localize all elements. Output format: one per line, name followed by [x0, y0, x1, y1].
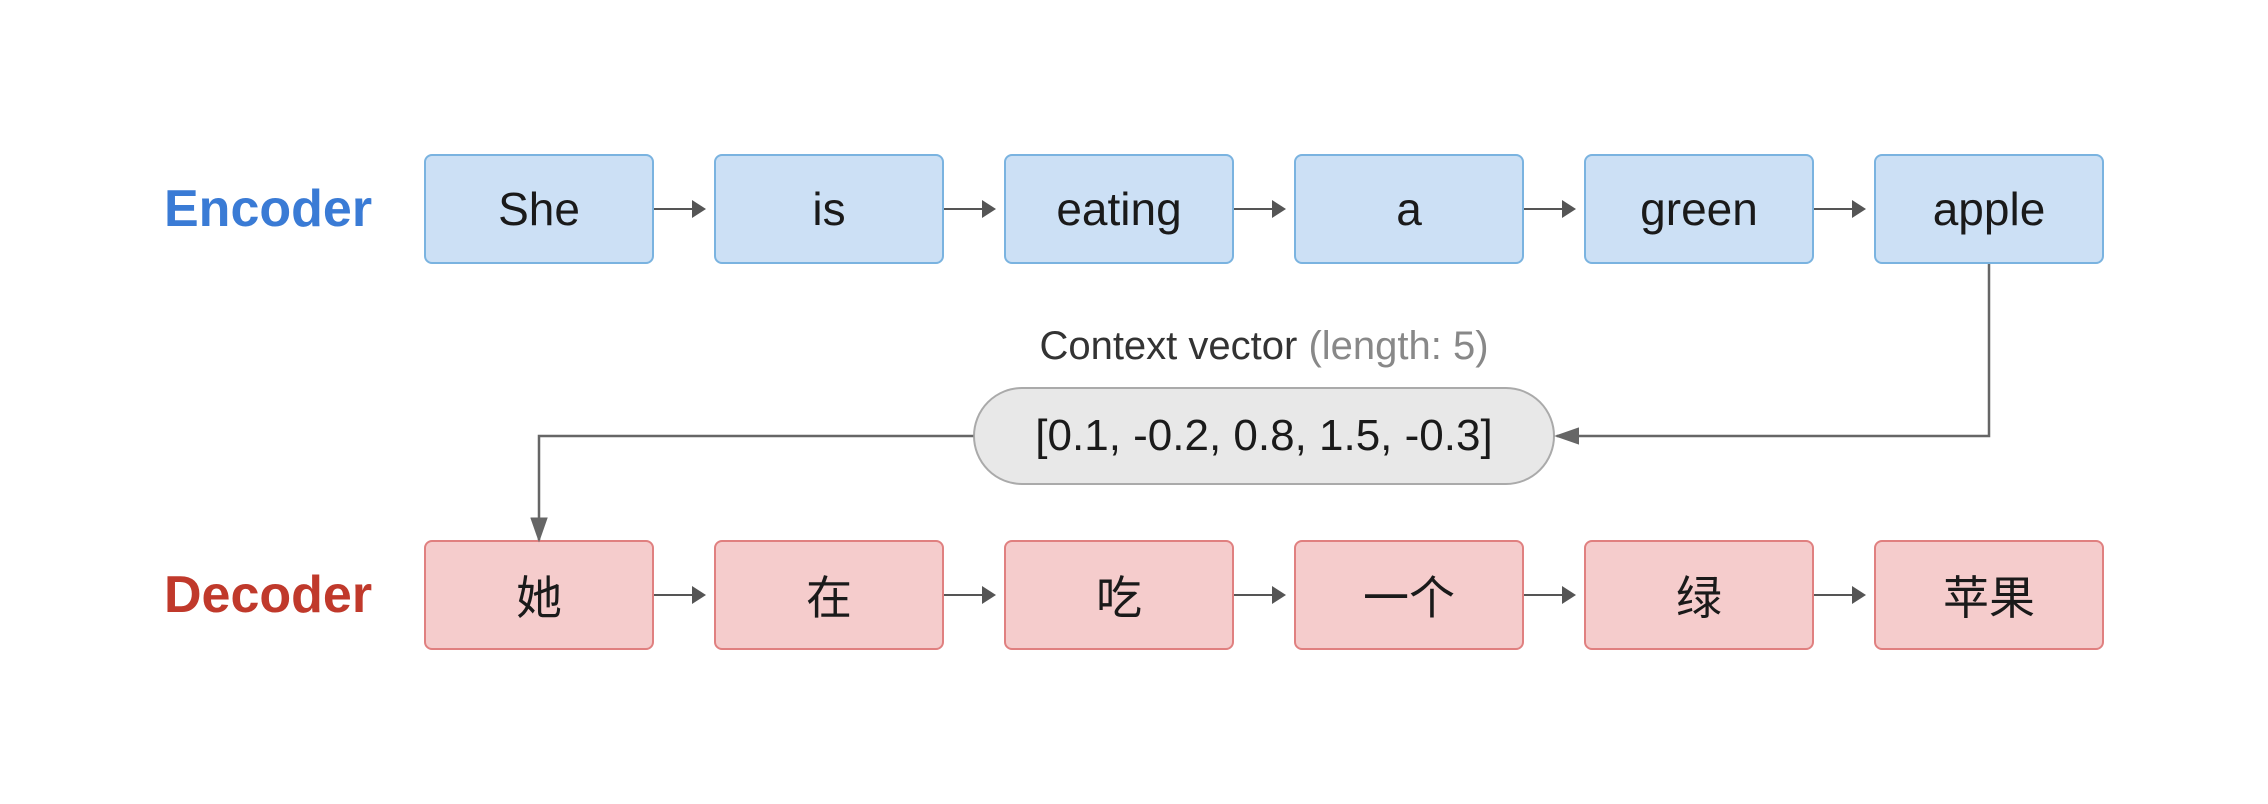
encoder-arrow-2: [944, 208, 1004, 211]
decoder-box-ta: 她: [424, 540, 654, 650]
diagram-container: Encoder She is eating a: [84, 124, 2184, 680]
encoder-boxes: She is eating a: [424, 154, 2104, 264]
decoder-label: Decoder: [164, 565, 424, 625]
decoder-box-lv: 绿: [1584, 540, 1814, 650]
decoder-arrow-2: [944, 594, 1004, 597]
encoder-box-she: She: [424, 154, 654, 264]
encoder-arrow-1: [654, 208, 714, 211]
encoder-box-is: is: [714, 154, 944, 264]
decoder-arrow-4: [1524, 594, 1584, 597]
context-vector-label: Context vector (length: 5): [1039, 324, 1488, 369]
decoder-box-yige: 一个: [1294, 540, 1524, 650]
context-vector-pill: [0.1, -0.2, 0.8, 1.5, -0.3]: [973, 387, 1554, 485]
decoder-arrow-1: [654, 594, 714, 597]
encoder-box-a: a: [1294, 154, 1524, 264]
decoder-box-zai: 在: [714, 540, 944, 650]
decoder-boxes: 她 在 吃 一个 绿: [424, 540, 2104, 650]
decoder-row: Decoder 她 在 吃 一个: [164, 540, 2104, 650]
encoder-box-apple: apple: [1874, 154, 2104, 264]
decoder-arrow-3: [1234, 594, 1294, 597]
decoder-arrow-5: [1814, 594, 1874, 597]
decoder-box-chi: 吃: [1004, 540, 1234, 650]
encoder-box-green: green: [1584, 154, 1814, 264]
decoder-box-pingguo: 苹果: [1874, 540, 2104, 650]
encoder-arrow-5: [1814, 208, 1874, 211]
context-vector-wrapper: [0.1, -0.2, 0.8, 1.5, -0.3]: [424, 387, 2104, 485]
encoder-row: Encoder She is eating a: [164, 154, 2104, 264]
encoder-label: Encoder: [164, 179, 424, 239]
encoder-arrow-4: [1524, 208, 1584, 211]
encoder-box-eating: eating: [1004, 154, 1234, 264]
encoder-arrow-3: [1234, 208, 1294, 211]
